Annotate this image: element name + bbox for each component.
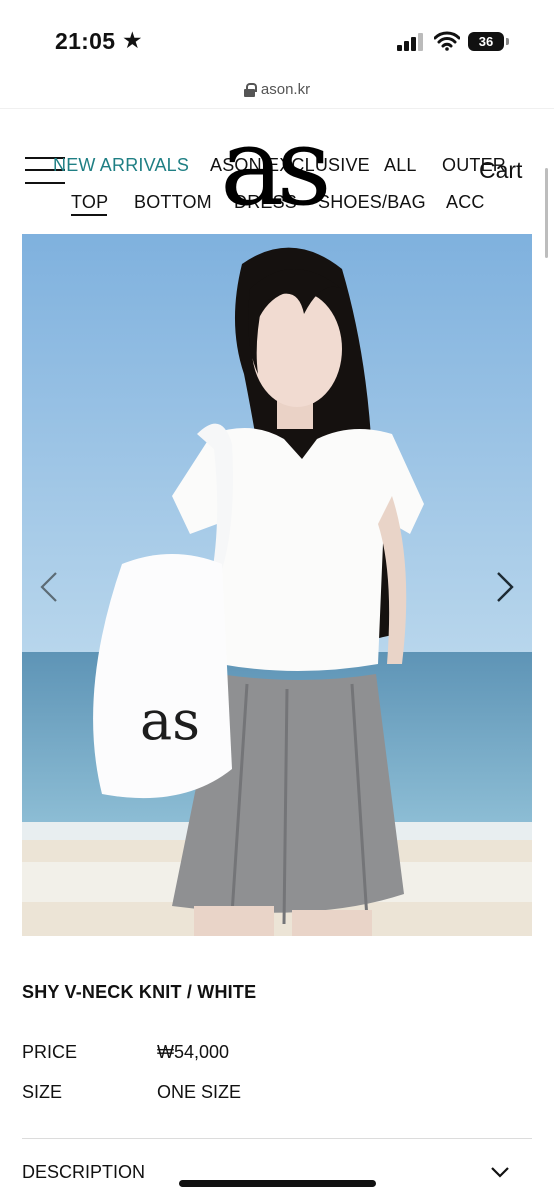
price-label: PRICE [22, 1042, 78, 1062]
url-bar[interactable]: ason.kr [0, 78, 554, 108]
price-value: ₩54,000 [157, 1042, 230, 1062]
nav-bottom[interactable]: BOTTOM [134, 192, 212, 213]
product-photo-illustration: as [22, 234, 532, 936]
wifi-icon [434, 31, 460, 51]
chevron-right-icon[interactable] [494, 570, 516, 604]
status-time: 21:05 [55, 28, 116, 54]
home-indicator[interactable] [179, 1180, 376, 1187]
size-label: SIZE [22, 1082, 63, 1102]
product-image[interactable]: as [22, 234, 532, 936]
nav-top[interactable]: TOP [71, 192, 108, 213]
size-value: ONE SIZE [157, 1082, 242, 1102]
battery-cap [506, 38, 509, 45]
nav-all[interactable]: ALL [384, 155, 417, 176]
nav-active-underline [71, 214, 107, 216]
cellular-signal-icon [397, 33, 423, 51]
product-title: SHY V-NECK KNIT / WHITE [22, 982, 257, 1002]
nav-new-arrivals[interactable]: NEW ARRIVALS [53, 155, 189, 176]
nav-acc[interactable]: ACC [446, 192, 485, 213]
section-divider [22, 1138, 532, 1139]
battery-icon: 36 [468, 32, 504, 51]
lock-icon [243, 82, 257, 97]
nav-shoes-bag[interactable]: SHOES/BAG [318, 192, 426, 213]
status-bar: 21:05 ★ 36 [0, 0, 554, 78]
chevron-down-icon[interactable] [489, 1164, 511, 1180]
page-scrollbar[interactable] [545, 168, 548, 258]
url-text: ason.kr [260, 81, 311, 98]
star-icon: ★ [122, 27, 143, 53]
svg-text:as: as [140, 689, 200, 752]
cart-link[interactable]: Cart [479, 157, 522, 184]
description-toggle[interactable]: DESCRIPTION [22, 1162, 145, 1183]
brand-logo[interactable]: as [220, 114, 332, 222]
chevron-left-icon[interactable] [38, 570, 60, 604]
